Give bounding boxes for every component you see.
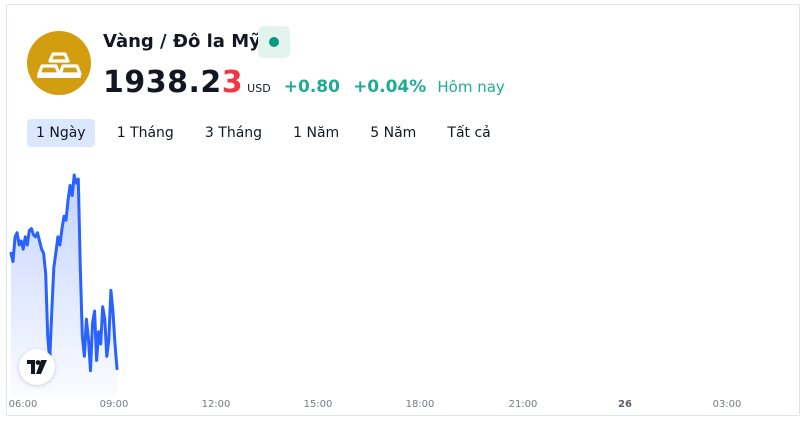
symbol-overview-widget: Vàng / Đô la Mỹ 1938.23 USD +0.80 +0.04% … xyxy=(6,4,800,416)
time-tick: 21:00 xyxy=(508,399,538,410)
time-axis: 06:00 09:00 12:00 15:00 18:00 21:00 26 0… xyxy=(7,399,799,413)
time-tick: 03:00 xyxy=(712,399,742,410)
tradingview-logo-icon[interactable] xyxy=(19,349,55,385)
time-tick: 12:00 xyxy=(201,399,231,410)
time-tick: 18:00 xyxy=(405,399,435,410)
time-tick: 09:00 xyxy=(99,399,129,410)
price-chart[interactable] xyxy=(7,5,800,416)
time-tick: 26 xyxy=(618,399,632,410)
time-tick: 06:00 xyxy=(8,399,38,410)
time-tick: 15:00 xyxy=(303,399,333,410)
